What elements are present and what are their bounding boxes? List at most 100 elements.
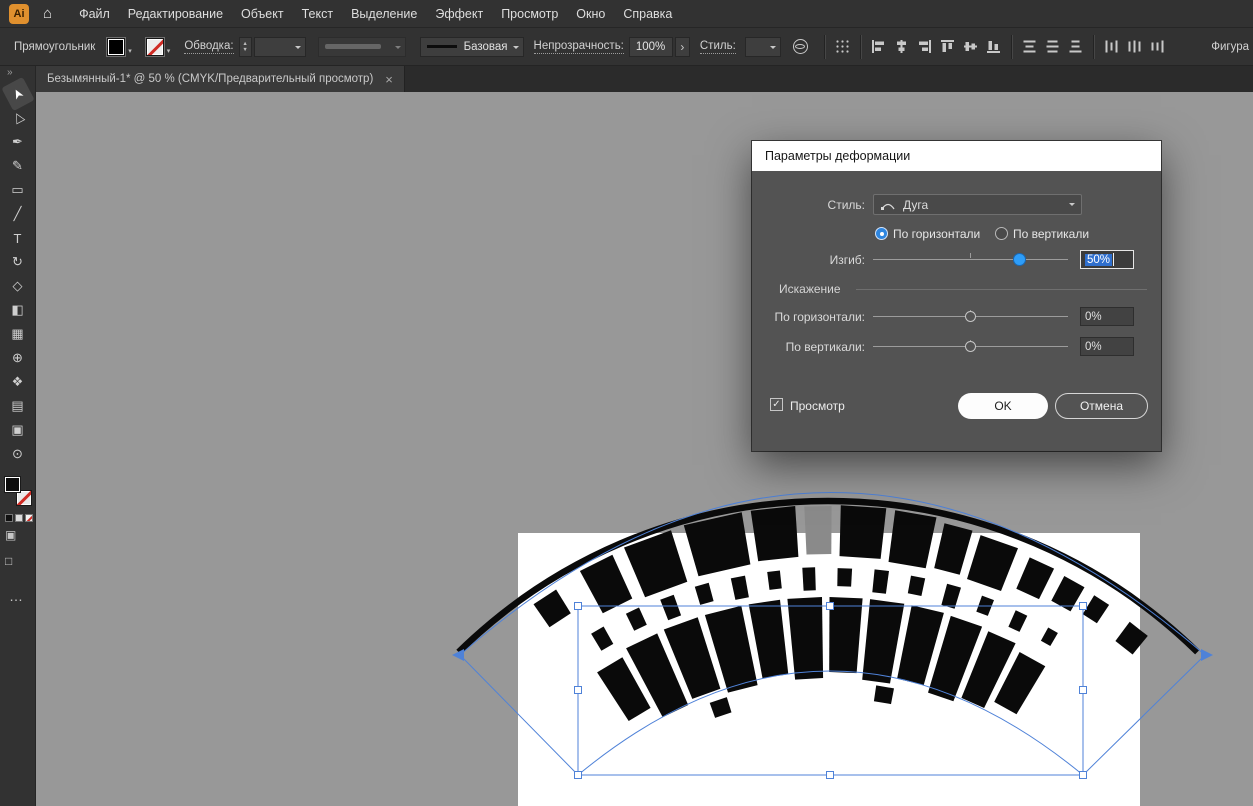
warp-style-dropdown[interactable]: Дуга bbox=[873, 194, 1082, 215]
cancel-button[interactable]: Отмена bbox=[1055, 393, 1148, 419]
distort-horizontal-slider[interactable] bbox=[873, 308, 1068, 325]
distribute-left-icon[interactable] bbox=[1100, 35, 1123, 58]
preview-label[interactable]: Просмотр bbox=[790, 399, 845, 413]
recolor-artwork-icon[interactable] bbox=[793, 39, 808, 54]
shaper-tool[interactable]: ◇ bbox=[5, 274, 31, 298]
separator bbox=[824, 35, 825, 59]
menu-item-редактирование[interactable]: Редактирование bbox=[119, 0, 232, 28]
home-icon[interactable]: ⌂ bbox=[43, 6, 52, 21]
menu-item-окно[interactable]: Окно bbox=[567, 0, 614, 28]
gradient-tool[interactable]: ◧ bbox=[5, 298, 31, 322]
opacity-menu-arrow[interactable]: › bbox=[675, 37, 690, 57]
fill-stroke-widget[interactable] bbox=[4, 476, 32, 506]
align-middle-v-icon[interactable] bbox=[959, 35, 982, 58]
brush-definition-dropdown[interactable]: Базовая bbox=[420, 37, 524, 57]
slider-track[interactable] bbox=[873, 259, 1068, 260]
selection-handle[interactable] bbox=[1080, 603, 1087, 610]
distribute-middle-v-icon[interactable] bbox=[1041, 35, 1064, 58]
brush-stroke-preview bbox=[427, 45, 457, 48]
shape-builder-tool[interactable]: ⊕ bbox=[5, 346, 31, 370]
menu-item-объект[interactable]: Объект bbox=[232, 0, 293, 28]
separator bbox=[1093, 35, 1094, 59]
ok-button[interactable]: OK bbox=[958, 393, 1048, 419]
rectangle-tool[interactable]: ▭ bbox=[5, 178, 31, 202]
distort-vertical-handle[interactable] bbox=[965, 341, 976, 352]
distort-vertical-slider[interactable] bbox=[873, 338, 1068, 355]
graphic-style-label[interactable]: Стиль: bbox=[700, 40, 736, 54]
selection-handle[interactable] bbox=[827, 772, 834, 779]
menu-item-эффект[interactable]: Эффект bbox=[426, 0, 492, 28]
none-mode-icon[interactable] bbox=[25, 514, 33, 522]
menu-item-справка[interactable]: Справка bbox=[614, 0, 681, 28]
menu-item-выделение[interactable]: Выделение bbox=[342, 0, 426, 28]
radio-vertical[interactable] bbox=[995, 227, 1008, 240]
opacity-label[interactable]: Непрозрачность: bbox=[534, 40, 624, 54]
preview-checkbox[interactable]: ✓ bbox=[770, 398, 783, 411]
stroke-chevron-icon[interactable]: ▾ bbox=[167, 47, 171, 55]
stroke-weight-stepper[interactable]: ▲▼ bbox=[239, 37, 252, 57]
align-left-icon[interactable] bbox=[867, 35, 890, 58]
selection-handle[interactable] bbox=[575, 603, 582, 610]
width-profile-dropdown[interactable] bbox=[318, 37, 406, 57]
distribute-center-h-icon[interactable] bbox=[1123, 35, 1146, 58]
curvature-tool[interactable]: ✎ bbox=[5, 154, 31, 178]
distort-vertical-field[interactable]: 0% bbox=[1080, 337, 1134, 356]
align-bottom-icon[interactable] bbox=[982, 35, 1005, 58]
fill-chevron-icon[interactable]: ▾ bbox=[128, 47, 132, 55]
control-bar: Прямоугольник ▾ ▾ Обводка: ▲▼ Базовая Не… bbox=[0, 28, 1253, 66]
selection-handle[interactable] bbox=[575, 687, 582, 694]
rotate-tool[interactable]: ↻ bbox=[5, 250, 31, 274]
stroke-weight-dropdown[interactable] bbox=[254, 37, 306, 57]
align-top-icon[interactable] bbox=[936, 35, 959, 58]
draw-mode-icon[interactable]: ▣ bbox=[5, 528, 31, 548]
selection-handle[interactable] bbox=[827, 603, 834, 610]
stroke-color-swatch[interactable] bbox=[146, 38, 164, 56]
menu-item-просмотр[interactable]: Просмотр bbox=[492, 0, 567, 28]
opacity-value-field[interactable]: 100% bbox=[629, 37, 673, 57]
fill-indicator[interactable] bbox=[4, 476, 21, 493]
gradient-mode-icon[interactable] bbox=[15, 514, 23, 522]
distribute-right-icon[interactable] bbox=[1146, 35, 1169, 58]
stroke-weight-label[interactable]: Обводка: bbox=[184, 40, 233, 54]
dialog-title[interactable]: Параметры деформации bbox=[752, 141, 1161, 171]
illustrator-logo-icon[interactable]: Ai bbox=[9, 4, 29, 24]
radio-horizontal[interactable] bbox=[875, 227, 888, 240]
menu-item-файл[interactable]: Файл bbox=[70, 0, 119, 28]
bend-slider-handle[interactable] bbox=[1013, 253, 1026, 266]
chevron-down-icon bbox=[770, 46, 776, 52]
color-mode-icon[interactable] bbox=[5, 514, 13, 522]
snap-grid-icon[interactable] bbox=[831, 35, 854, 58]
type-tool[interactable]: Т bbox=[5, 226, 31, 250]
zoom-tool[interactable]: ⊙ bbox=[5, 442, 31, 466]
bend-value-selected: 50% bbox=[1085, 254, 1112, 266]
mesh-tool[interactable]: ▦ bbox=[5, 322, 31, 346]
align-right-icon[interactable] bbox=[913, 35, 936, 58]
distort-horizontal-field[interactable]: 0% bbox=[1080, 307, 1134, 326]
menu-item-текст[interactable]: Текст bbox=[293, 0, 342, 28]
artboard-tool[interactable]: ▣ bbox=[5, 418, 31, 442]
radio-vertical-label[interactable]: По вертикали bbox=[1013, 227, 1089, 241]
tab-close-icon[interactable]: × bbox=[385, 72, 393, 87]
fill-color-swatch[interactable] bbox=[107, 38, 125, 56]
selection-handle[interactable] bbox=[1080, 687, 1087, 694]
distribute-bottom-icon[interactable] bbox=[1064, 35, 1087, 58]
edit-toolbar-icon[interactable]: … bbox=[9, 588, 35, 604]
style-label: Стиль: bbox=[752, 198, 865, 212]
graph-tool[interactable]: ▤ bbox=[5, 394, 31, 418]
line-segment-tool[interactable]: ╱ bbox=[5, 202, 31, 226]
bend-slider[interactable] bbox=[873, 251, 1068, 268]
warp-anchor[interactable] bbox=[1201, 649, 1213, 661]
pen-tool[interactable]: ✒ bbox=[5, 130, 31, 154]
selection-handle[interactable] bbox=[575, 772, 582, 779]
screen-mode-icon[interactable]: □ bbox=[5, 554, 31, 574]
document-tab[interactable]: Безымянный-1* @ 50 % (CMYK/Предварительн… bbox=[36, 66, 405, 92]
distort-horizontal-handle[interactable] bbox=[965, 311, 976, 322]
selection-handle[interactable] bbox=[1080, 772, 1087, 779]
radio-horizontal-label[interactable]: По горизонтали bbox=[893, 227, 980, 241]
graphic-style-dropdown[interactable] bbox=[745, 37, 781, 57]
bend-value-field[interactable]: 50% bbox=[1080, 250, 1134, 269]
align-center-h-icon[interactable] bbox=[890, 35, 913, 58]
symbol-sprayer-tool[interactable]: ❖ bbox=[5, 370, 31, 394]
stepper-down-icon[interactable]: ▼ bbox=[242, 47, 247, 53]
distribute-top-icon[interactable] bbox=[1018, 35, 1041, 58]
